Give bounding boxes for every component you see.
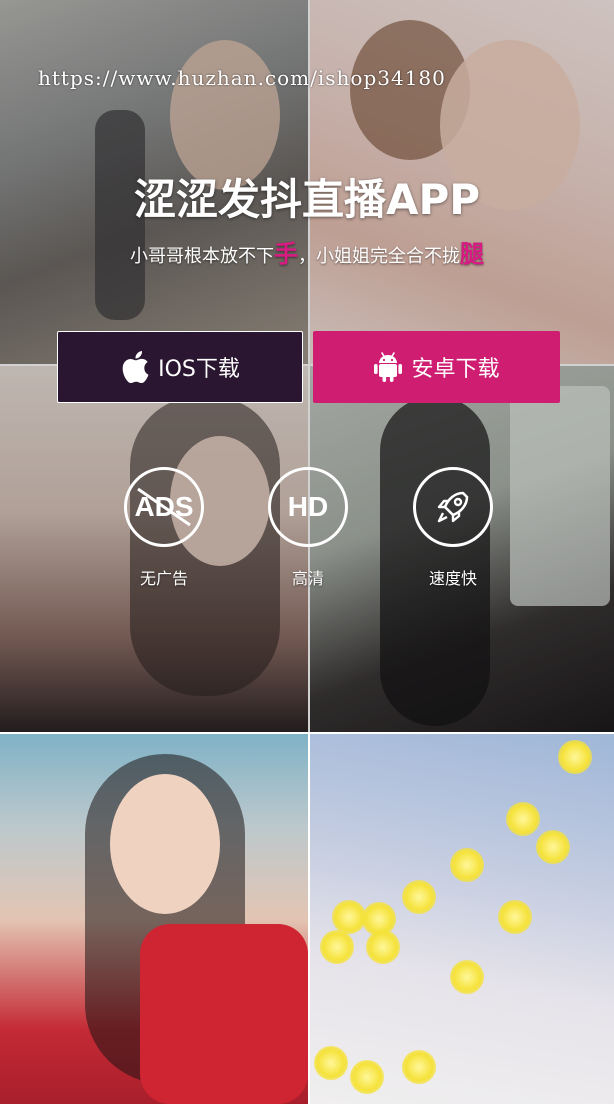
light-bulb	[498, 900, 532, 934]
tagline-text: ，小姐姐完全合不拢	[298, 246, 460, 267]
tagline-highlight: 手	[274, 240, 298, 268]
app-title: 涩涩发抖直播APP	[133, 175, 481, 224]
light-bulb	[450, 960, 484, 994]
tagline-highlight: 腿	[460, 240, 484, 268]
light-bulb	[332, 900, 366, 934]
feature-label: 速度快	[428, 569, 477, 588]
feature-label: 高清	[291, 569, 324, 588]
android-download-label: 安卓下载	[411, 357, 500, 382]
no-ads-icon: ADS	[124, 467, 204, 547]
light-bulb	[536, 830, 570, 864]
hd-icon: HD	[268, 467, 348, 547]
android-download-button[interactable]: 安卓下载	[313, 331, 560, 403]
apple-icon	[120, 351, 150, 384]
tagline-text: 小哥哥根本放不下	[130, 246, 274, 267]
light-bulb	[402, 880, 436, 914]
rocket-icon	[413, 467, 493, 547]
ios-download-button[interactable]: IOS下载	[57, 331, 303, 403]
android-icon	[373, 351, 403, 383]
photo-figure	[140, 924, 308, 1104]
light-bulb	[366, 930, 400, 964]
light-bulb	[506, 802, 540, 836]
photo-figure	[110, 774, 220, 914]
light-bulb	[558, 740, 592, 774]
landing-page: https://www.huzhan.com/ishop34180 涩涩发抖直播…	[0, 0, 614, 1104]
photo-tile	[0, 734, 308, 1104]
light-bulb	[402, 1050, 436, 1084]
light-bulb	[320, 930, 354, 964]
light-bulb	[350, 1060, 384, 1094]
light-bulb	[450, 848, 484, 882]
hd-icon-text: HD	[287, 491, 329, 522]
tagline: 小哥哥根本放不下手，小姐姐完全合不拢腿	[0, 234, 614, 269]
feature-no-ads: ADS 无广告	[121, 467, 207, 589]
ios-download-label: IOS下载	[158, 357, 240, 382]
feature-fast: 速度快	[410, 467, 496, 589]
feature-hd: HD 高清	[265, 467, 351, 589]
watermark-url: https://www.huzhan.com/ishop34180	[38, 66, 446, 90]
feature-label: 无广告	[139, 569, 188, 588]
light-bulb	[314, 1046, 348, 1080]
photo-tile	[310, 734, 614, 1104]
